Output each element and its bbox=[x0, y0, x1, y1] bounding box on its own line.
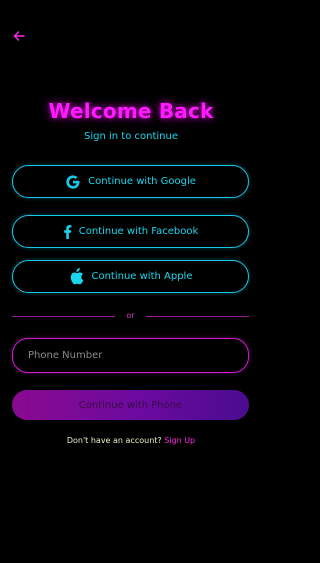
sign-up-link[interactable]: Sign Up bbox=[164, 436, 195, 445]
continue-with-phone-label: Continue with Phone bbox=[78, 399, 183, 411]
continue-with-google-label: Continue with Google bbox=[88, 176, 196, 187]
back-button[interactable] bbox=[10, 28, 28, 46]
continue-with-google-button[interactable]: Continue with Google bbox=[12, 165, 249, 198]
signup-prompt-row: Don't have an account? Sign Up bbox=[0, 436, 262, 445]
arrow-left-icon bbox=[12, 28, 26, 47]
page-subtitle: Sign in to continue bbox=[84, 131, 178, 142]
page-title: Welcome Back bbox=[48, 99, 214, 123]
divider-or-label: or bbox=[126, 311, 135, 320]
divider-line-left bbox=[12, 316, 115, 317]
continue-with-facebook-label: Continue with Facebook bbox=[78, 226, 199, 237]
phone-number-field[interactable] bbox=[12, 338, 249, 373]
divider-line-right bbox=[146, 316, 249, 317]
signup-prompt-text: Don't have an account? bbox=[66, 436, 162, 445]
continue-with-phone-button[interactable]: Continue with Phone bbox=[12, 390, 249, 420]
apple-icon bbox=[68, 268, 84, 285]
phone-number-input[interactable] bbox=[26, 349, 248, 362]
continue-with-apple-label: Continue with Apple bbox=[91, 271, 193, 282]
or-divider: or bbox=[12, 309, 249, 323]
google-icon bbox=[65, 174, 81, 190]
facebook-icon bbox=[63, 224, 72, 239]
sign-in-screen: Welcome Back Sign in to continue Continu… bbox=[0, 0, 262, 563]
continue-with-facebook-button[interactable]: Continue with Facebook bbox=[12, 215, 249, 248]
continue-with-apple-button[interactable]: Continue with Apple bbox=[12, 260, 249, 293]
